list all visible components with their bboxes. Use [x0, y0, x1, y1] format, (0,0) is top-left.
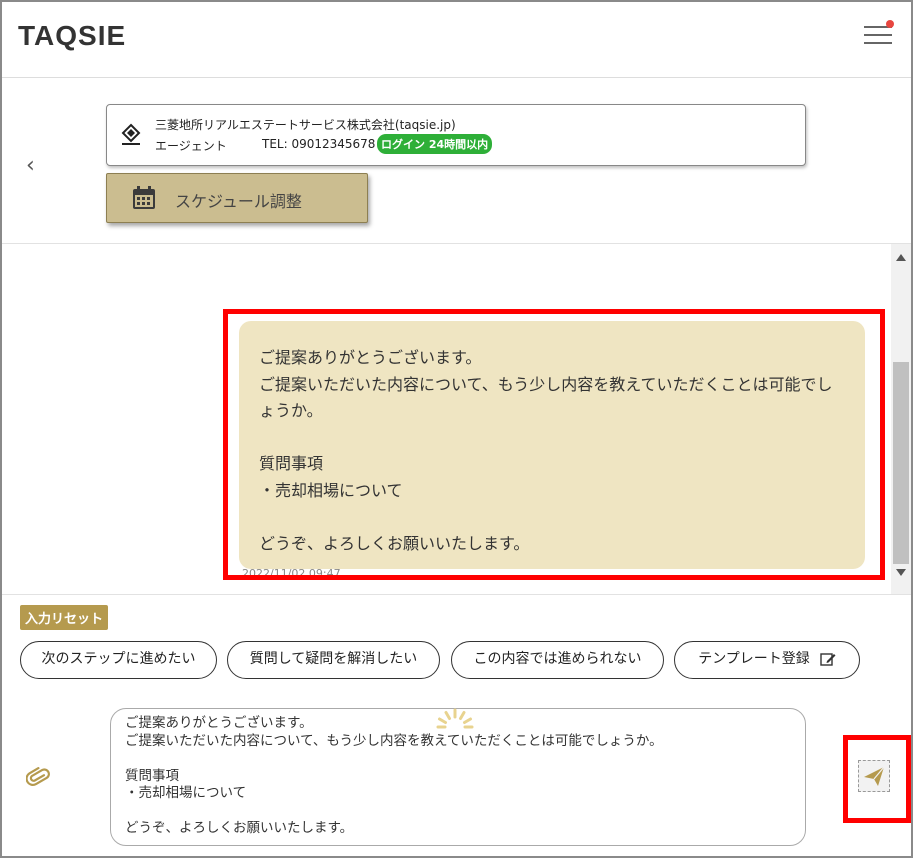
template-ask-question-button[interactable]: 質問して疑問を解消したい — [227, 641, 440, 679]
chat-area: ご提案ありがとうございます。 ご提案いただいた内容について、もう少し内容を教えて… — [2, 243, 911, 595]
template-register-button[interactable]: テンプレート登録 — [674, 641, 860, 679]
schedule-button-label: スケジュール調整 — [175, 192, 302, 211]
scroll-up-arrow-icon[interactable] — [896, 254, 906, 261]
agent-info-area: ‹ 三菱地所リアルエステートサービス株式会社(taqsie.jp) エージェント… — [2, 79, 911, 243]
schedule-button[interactable]: スケジュール調整 — [106, 173, 368, 223]
app-header: TAQSIE — [2, 2, 911, 78]
notification-dot-icon — [886, 20, 894, 28]
hamburger-menu-icon[interactable] — [864, 20, 894, 48]
send-button[interactable] — [858, 760, 890, 792]
agent-company-name: 三菱地所リアルエステートサービス株式会社(taqsie.jp) — [155, 118, 456, 132]
message-bubble: ご提案ありがとうございます。 ご提案いただいた内容について、もう少し内容を教えて… — [239, 321, 865, 569]
template-next-step-button[interactable]: 次のステップに進めたい — [20, 641, 217, 679]
login-status-badge: ログイン 24時間以内 — [377, 134, 493, 154]
calendar-icon — [133, 186, 155, 209]
template-register-label: テンプレート登録 — [698, 651, 810, 667]
scroll-thumb[interactable] — [893, 362, 909, 564]
agent-role: エージェント — [155, 139, 227, 153]
app-logo[interactable]: TAQSIE — [18, 20, 126, 52]
chevron-left-icon[interactable]: ‹ — [26, 153, 35, 178]
edit-icon — [820, 653, 836, 666]
paper-plane-icon — [864, 766, 885, 786]
agent-tel: TEL: 09012345678 — [262, 137, 376, 151]
paperclip-icon[interactable] — [26, 765, 52, 791]
loading-spinner-icon — [436, 708, 474, 729]
agent-card[interactable]: 三菱地所リアルエステートサービス株式会社(taqsie.jp) エージェント T… — [106, 104, 806, 166]
scroll-down-arrow-icon[interactable] — [896, 569, 906, 576]
template-cannot-proceed-button[interactable]: この内容では進められない — [451, 641, 664, 679]
chat-scrollbar[interactable] — [891, 244, 911, 594]
input-reset-button[interactable]: 入力リセット — [20, 605, 109, 630]
message-timestamp: 2022/11/02 09:47 — [242, 567, 341, 580]
company-logo-icon — [121, 123, 141, 145]
